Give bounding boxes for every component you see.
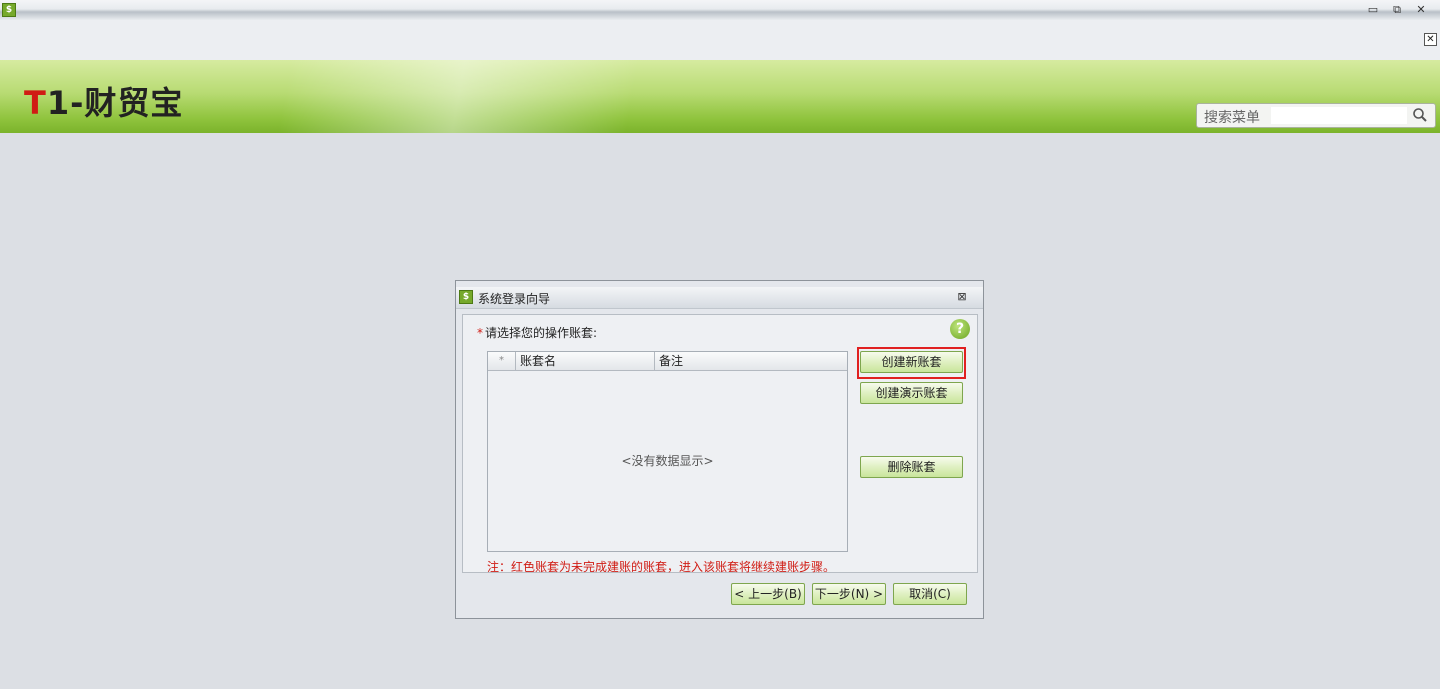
- login-wizard-dialog: $ 系统登录向导 ⊠ * 请选择您的操作账套: ? * 账套名 备注 <没有数据显…: [455, 280, 984, 619]
- search-label: 搜索菜单: [1204, 110, 1260, 126]
- dialog-title: 系统登录向导: [478, 292, 551, 306]
- toolbar-strip: [0, 20, 1440, 60]
- search-icon[interactable]: [1411, 106, 1429, 124]
- red-account-note: 注：红色账套为未完成建账的账套，进入该账套将继续建账步骤。: [487, 560, 836, 574]
- prompt-text: 请选择您的操作账套:: [485, 326, 598, 340]
- prev-step-button[interactable]: < 上一步(B): [731, 583, 805, 605]
- search-input[interactable]: [1271, 107, 1407, 124]
- dialog-close-icon[interactable]: ⊠: [955, 290, 969, 304]
- required-mark: *: [477, 326, 483, 340]
- table-header: * 账套名 备注: [488, 352, 847, 371]
- highlight-annotation: [857, 347, 966, 379]
- inner-close-icon[interactable]: ✕: [1424, 33, 1437, 46]
- select-account-prompt: * 请选择您的操作账套:: [477, 324, 597, 341]
- column-header-marker[interactable]: *: [488, 352, 516, 370]
- menu-search: 搜索菜单: [1196, 103, 1436, 128]
- column-header-remark[interactable]: 备注: [655, 352, 847, 370]
- delete-account-button[interactable]: 删除账套: [860, 456, 963, 478]
- create-demo-account-button[interactable]: 创建演示账套: [860, 382, 963, 404]
- column-header-account-name[interactable]: 账套名: [516, 352, 655, 370]
- table-empty-message: <没有数据显示>: [621, 454, 714, 468]
- logo-text: 1-财贸宝: [46, 84, 184, 122]
- app-logo: T1-财贸宝: [24, 78, 183, 124]
- close-icon[interactable]: ✕: [1414, 3, 1428, 17]
- account-table[interactable]: * 账套名 备注 <没有数据显示>: [487, 351, 848, 552]
- minimize-icon[interactable]: ▭: [1366, 3, 1380, 17]
- dialog-app-icon: $: [459, 290, 473, 304]
- logo-t: T: [24, 84, 47, 122]
- help-icon[interactable]: ?: [950, 319, 970, 339]
- next-step-button[interactable]: 下一步(N) >: [812, 583, 886, 605]
- restore-icon[interactable]: ⧉: [1390, 3, 1404, 17]
- app-icon: $: [2, 3, 16, 17]
- window-titlebar: $ ▭ ⧉ ✕: [0, 0, 1440, 20]
- cancel-button[interactable]: 取消(C): [893, 583, 967, 605]
- dialog-titlebar: $ 系统登录向导 ⊠: [456, 287, 983, 309]
